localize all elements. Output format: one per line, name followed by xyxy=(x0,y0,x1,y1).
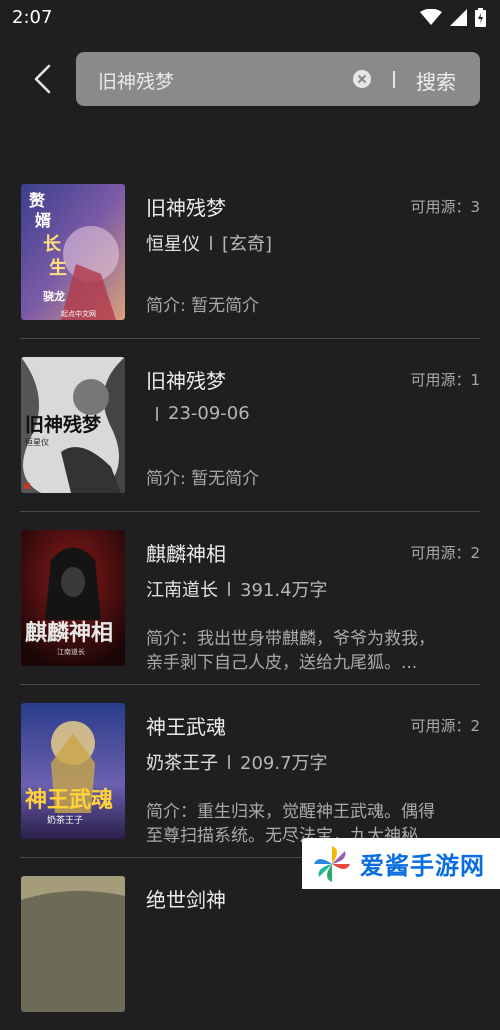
book-title: 麒麟神相 xyxy=(146,542,226,566)
watermark-text: 爱酱手游网 xyxy=(360,852,485,880)
signal-icon xyxy=(450,8,467,26)
wifi-icon xyxy=(420,9,442,25)
book-intro: 简介: 暂无简介 xyxy=(146,296,260,316)
book-meta: 恒星仪 [玄奇] xyxy=(146,230,272,256)
search-button[interactable]: 搜索 xyxy=(416,66,456,95)
svg-text:生: 生 xyxy=(49,257,67,279)
book-meta: 江南道长 391.4万字 xyxy=(146,576,328,602)
source-count: 可用源：1 xyxy=(410,371,480,389)
book-title: 旧神残梦 xyxy=(146,196,226,220)
watermark: 爱酱手游网 xyxy=(302,838,500,889)
svg-text:起点中文网: 起点中文网 xyxy=(61,309,96,318)
book-author: 奶茶王子 xyxy=(146,753,218,774)
back-button[interactable] xyxy=(26,62,58,96)
battery-icon xyxy=(475,7,486,27)
book-title: 绝世剑神 xyxy=(146,888,226,912)
svg-text:江南道长: 江南道长 xyxy=(57,647,85,656)
book-cover[interactable]: 神王武魂 奶茶王子 xyxy=(21,703,125,839)
search-divider xyxy=(393,71,395,88)
book-wordcount: 209.7万字 xyxy=(240,753,328,774)
book-title: 神王武魂 xyxy=(146,715,226,739)
book-wordcount: 391.4万字 xyxy=(240,580,328,601)
svg-text:长: 长 xyxy=(43,234,62,255)
book-author: 恒星仪 xyxy=(146,234,200,255)
list-item[interactable]: 旧神残梦 恒星仪 旧神残梦 可用源：1 23-09-06 简介: 暂无简介 xyxy=(20,339,480,512)
source-count: 可用源：2 xyxy=(410,717,480,735)
meta-separator xyxy=(156,406,158,421)
pinwheel-logo-icon xyxy=(314,845,350,882)
source-count: 可用源：3 xyxy=(410,198,480,216)
book-intro: 简介：我出世身带麒麟，爷爷为救我， 亲手剥下自己人皮，送给九尾狐。... xyxy=(146,627,480,675)
svg-text:赘: 赘 xyxy=(28,191,46,210)
book-cover[interactable]: 赘 婿 长 生 骁龙 起点中文网 xyxy=(21,184,125,320)
book-author: 江南道长 xyxy=(146,580,218,601)
book-meta: 23-09-06 xyxy=(146,403,250,424)
svg-text:奶茶王子: 奶茶王子 xyxy=(47,814,83,826)
svg-text:旧神残梦: 旧神残梦 xyxy=(25,413,102,436)
book-category: [玄奇] xyxy=(222,234,273,255)
chevron-left-icon xyxy=(34,64,51,94)
search-input[interactable]: 旧神残梦 xyxy=(98,67,174,94)
meta-separator xyxy=(228,755,230,769)
book-date: 23-09-06 xyxy=(168,403,250,424)
list-item[interactable]: 赘 婿 长 生 骁龙 起点中文网 旧神残梦 可用源：3 恒星仪 [玄奇] 简介:… xyxy=(20,166,480,339)
list-item[interactable]: 麒麟神相 江南道长 麒麟神相 可用源：2 江南道长 391.4万字 简介：我出世… xyxy=(20,512,480,685)
svg-text:骁龙: 骁龙 xyxy=(43,289,65,303)
status-bar: 2:07 xyxy=(0,0,500,34)
search-box[interactable]: 旧神残梦 搜索 xyxy=(76,52,480,106)
book-meta: 奶茶王子 209.7万字 xyxy=(146,749,328,775)
book-cover[interactable]: 旧神残梦 恒星仪 xyxy=(21,357,125,493)
status-icons xyxy=(420,7,486,27)
status-time: 2:07 xyxy=(12,6,53,28)
result-list: 赘 婿 长 生 骁龙 起点中文网 旧神残梦 可用源：3 恒星仪 [玄奇] 简介:… xyxy=(0,166,500,1030)
book-cover[interactable]: 麒麟神相 江南道长 xyxy=(21,530,125,666)
book-title: 旧神残梦 xyxy=(146,369,226,393)
svg-text:恒星仪: 恒星仪 xyxy=(25,437,49,447)
book-intro: 简介: 暂无简介 xyxy=(146,469,260,489)
intro-line: 简介：我出世身带麒麟，爷爷为救我， xyxy=(146,629,435,649)
clear-icon[interactable] xyxy=(353,70,371,88)
list-item[interactable]: 神王武魂 奶茶王子 神王武魂 可用源：2 奶茶王子 209.7万字 简介：重生归… xyxy=(20,685,480,858)
svg-text:麒麟神相: 麒麟神相 xyxy=(25,620,113,646)
book-cover[interactable] xyxy=(21,876,125,1012)
svg-text:婿: 婿 xyxy=(35,211,51,230)
svg-text:神王武魂: 神王武魂 xyxy=(25,787,113,813)
source-count: 可用源：2 xyxy=(410,544,480,562)
intro-line: 简介：重生归来，觉醒神王武魂。偶得 xyxy=(146,802,435,822)
search-toolbar: 旧神残梦 搜索 xyxy=(0,50,500,108)
meta-separator xyxy=(210,236,212,250)
intro-line: 亲手剥下自己人皮，送给九尾狐。... xyxy=(146,653,418,673)
meta-separator xyxy=(228,582,230,596)
